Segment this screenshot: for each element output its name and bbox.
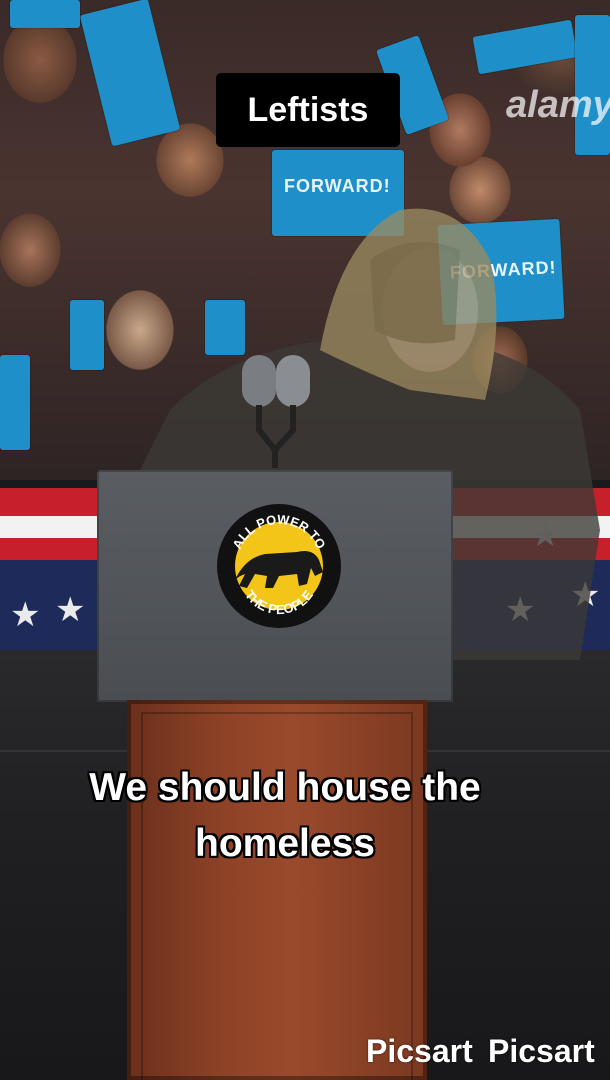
sign-mid-left <box>70 300 104 370</box>
all-power-emblem: ALL POWER TO THE PEOPLE <box>217 504 341 628</box>
lectern-wood-base <box>127 700 427 1080</box>
caption-line-2: homeless <box>195 822 375 865</box>
sign-forward-text: FORWARD! <box>284 176 391 196</box>
alamy-watermark: alamy <box>506 84 610 126</box>
title-text: Leftists <box>247 90 369 129</box>
microphone-icon <box>242 355 310 468</box>
title-label: Leftists <box>216 73 400 147</box>
picsart-watermark-1: Picsart <box>366 1033 473 1069</box>
star-icon: ★ <box>10 596 41 634</box>
picsart-watermark-2: Picsart <box>488 1033 595 1069</box>
caption-line-1: We should house the <box>89 766 481 809</box>
sign-left-low <box>0 355 30 450</box>
scene: FORWARD! FORWARD! alamy ★ ★ ★ ★ ★ <box>0 0 610 1080</box>
sign-top-left <box>10 0 80 28</box>
star-icon: ★ <box>55 591 86 629</box>
caption: We should house the homeless <box>40 760 530 872</box>
